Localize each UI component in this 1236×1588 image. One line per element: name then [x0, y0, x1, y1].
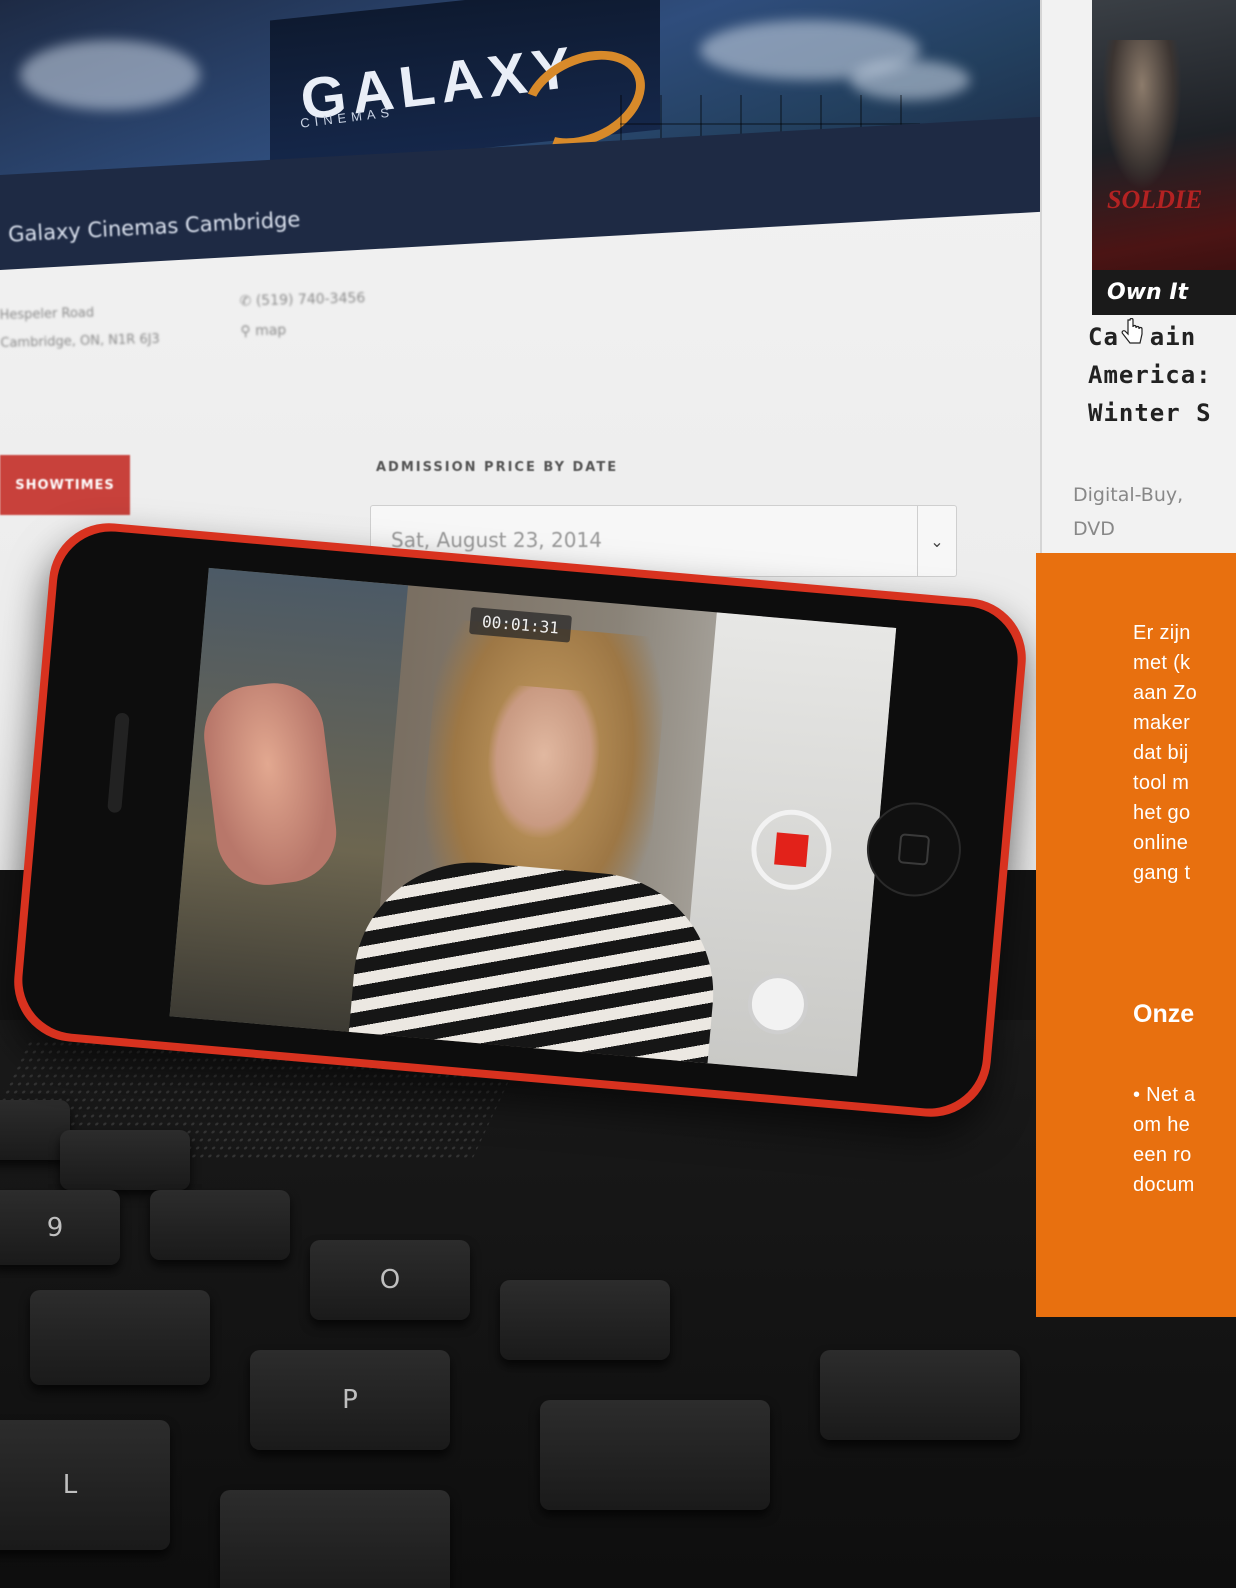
record-stop-icon: [774, 832, 809, 868]
camera-viewfinder: 00:01:31: [169, 567, 897, 1077]
movie-title[interactable]: Ca ain America: Winter S: [1088, 318, 1212, 432]
cloud: [850, 60, 970, 100]
keyboard-key[interactable]: [820, 1350, 1020, 1440]
movie-title-line: Ca ain: [1088, 323, 1197, 351]
keyboard-key[interactable]: L: [0, 1420, 170, 1550]
keyboard-key[interactable]: [540, 1400, 770, 1510]
movie-formats: Digital-Buy, DVD: [1073, 478, 1183, 546]
card-bullet-item: • Net a om he een ro docum: [1133, 1084, 1196, 1196]
keyboard-key[interactable]: [60, 1130, 190, 1190]
phone-earpiece: [107, 712, 130, 814]
map-link[interactable]: ⚲ map: [240, 313, 366, 346]
map-link-label: map: [254, 322, 287, 340]
keyboard-key[interactable]: [500, 1280, 670, 1360]
theater-contact: ✆ (519) 740-3456 ⚲ map: [239, 283, 366, 346]
movie-poster[interactable]: SOLDIE Own It: [1092, 0, 1236, 315]
chevron-down-icon[interactable]: ⌄: [917, 506, 956, 576]
phone-number: (519) 740-3456: [255, 290, 366, 310]
person-face: [481, 683, 605, 843]
address-line: Hespeler Road: [0, 305, 95, 324]
movie-side-panel: SOLDIE Own It: [1040, 0, 1236, 560]
admission-price-label: ADMISSION PRICE BY DATE: [376, 460, 619, 475]
keyboard-key[interactable]: [30, 1290, 210, 1385]
phone-icon: ✆: [239, 293, 257, 310]
theater-phone[interactable]: ✆ (519) 740-3456: [239, 283, 365, 316]
phone-body: 00:01:31: [17, 526, 1023, 1114]
movie-title-line: America:: [1088, 361, 1212, 389]
hand-cursor-icon: [1121, 318, 1143, 344]
keyboard-key[interactable]: [220, 1490, 450, 1588]
showtimes-button[interactable]: SHOWTIMES: [0, 455, 130, 515]
address-line: Cambridge, ON, N1R 6J3: [0, 331, 160, 352]
card-paragraph: Er zijn met (k aan Zo maker dat bij tool…: [1133, 622, 1198, 884]
movie-title-line: Winter S: [1088, 399, 1212, 427]
poster-own-it-banner: Own It: [1092, 270, 1236, 315]
poster-title: SOLDIE: [1107, 185, 1203, 214]
keyboard-key[interactable]: 9: [0, 1190, 120, 1265]
keyboard-key[interactable]: [150, 1190, 290, 1260]
person-striped-shirt: [347, 852, 724, 1077]
map-pin-icon: ⚲: [240, 323, 256, 340]
orange-text-card: Er zijn met (k aan Zo maker dat bij tool…: [1036, 553, 1236, 1317]
format-line: DVD: [1073, 518, 1115, 540]
date-select-value: Sat, August 23, 2014: [391, 528, 602, 552]
format-line: Digital-Buy,: [1073, 484, 1184, 506]
card-heading: Onze: [1133, 1000, 1195, 1028]
theater-address: Hespeler Road Cambridge, ON, N1R 6J3: [0, 298, 160, 358]
keyboard-key[interactable]: P: [250, 1350, 450, 1450]
smartphone: 00:01:31: [9, 518, 1031, 1122]
cloud: [20, 40, 200, 110]
poster-figure: [1102, 40, 1182, 190]
keyboard-key[interactable]: O: [310, 1240, 470, 1320]
